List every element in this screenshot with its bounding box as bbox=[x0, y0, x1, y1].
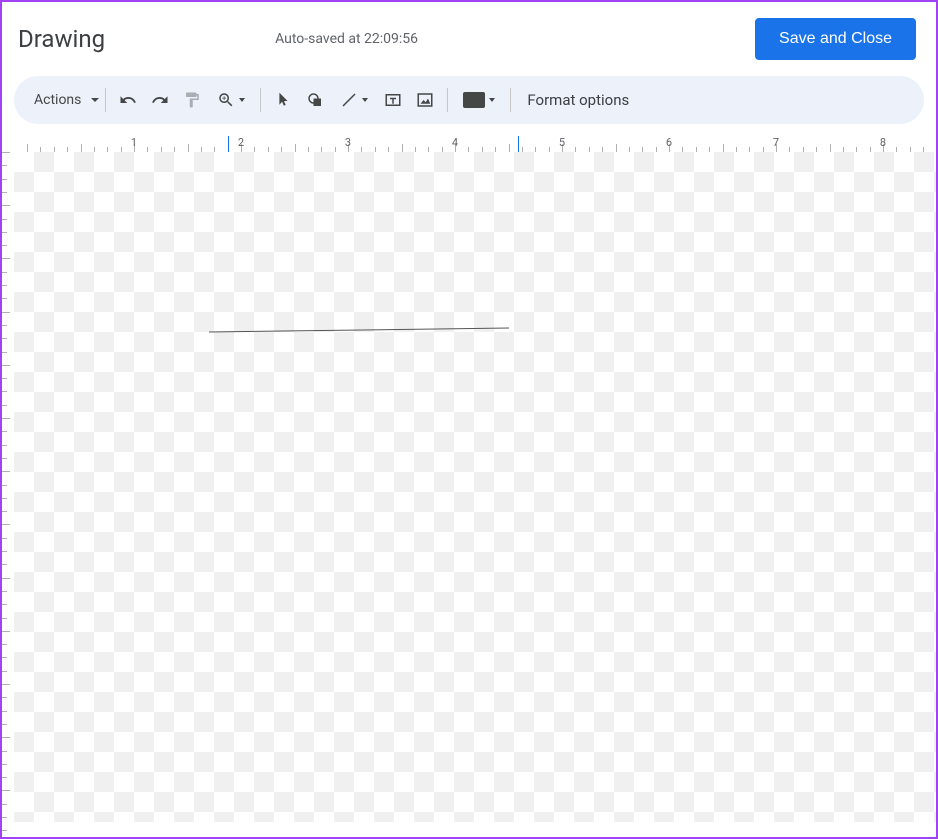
zoom-icon bbox=[217, 91, 235, 109]
textbox-icon bbox=[384, 91, 402, 109]
ruler-label: 5 bbox=[559, 136, 565, 149]
shape-icon bbox=[306, 91, 324, 109]
horizontal-ruler[interactable]: 1 2 3 4 5 6 7 8 bbox=[12, 132, 936, 152]
line-icon bbox=[340, 91, 358, 109]
save-and-close-button[interactable]: Save and Close bbox=[755, 18, 916, 60]
shape-button[interactable] bbox=[299, 84, 331, 116]
line-button[interactable] bbox=[331, 84, 377, 116]
wordart-icon bbox=[463, 92, 485, 108]
undo-button[interactable] bbox=[112, 84, 144, 116]
select-icon bbox=[274, 91, 292, 109]
autosave-status: Auto-saved at 22:09:56 bbox=[275, 31, 418, 47]
ruler-label: 3 bbox=[345, 136, 351, 149]
image-button[interactable] bbox=[409, 84, 441, 116]
wordart-button[interactable] bbox=[454, 84, 504, 116]
ruler-label: 6 bbox=[666, 136, 672, 149]
format-options-button[interactable]: Format options bbox=[517, 84, 639, 116]
select-button[interactable] bbox=[267, 84, 299, 116]
ruler-label: 1 bbox=[131, 136, 137, 149]
zoom-button[interactable] bbox=[208, 84, 254, 116]
actions-menu[interactable]: Actions bbox=[26, 84, 99, 116]
ruler-label: 7 bbox=[773, 136, 779, 149]
undo-icon bbox=[119, 91, 137, 109]
dialog-header: Drawing Auto-saved at 22:09:56 Save and … bbox=[2, 2, 936, 76]
actions-label: Actions bbox=[26, 92, 89, 108]
ruler-marker[interactable] bbox=[518, 136, 519, 152]
ruler-label: 8 bbox=[880, 136, 886, 149]
redo-icon bbox=[151, 91, 169, 109]
drawing-canvas[interactable] bbox=[14, 152, 936, 822]
textbox-button[interactable] bbox=[377, 84, 409, 116]
paint-format-button[interactable] bbox=[176, 84, 208, 116]
toolbar: Actions Format options bbox=[14, 76, 924, 124]
redo-button[interactable] bbox=[144, 84, 176, 116]
dialog-title: Drawing bbox=[18, 25, 105, 53]
ruler-label: 4 bbox=[452, 136, 458, 149]
ruler-label: 2 bbox=[238, 136, 244, 149]
format-options-label: Format options bbox=[517, 91, 639, 109]
ruler-marker[interactable] bbox=[228, 136, 229, 152]
drawn-line[interactable] bbox=[209, 327, 509, 333]
image-icon bbox=[416, 91, 434, 109]
vertical-ruler[interactable] bbox=[2, 152, 14, 822]
paint-format-icon bbox=[183, 91, 201, 109]
